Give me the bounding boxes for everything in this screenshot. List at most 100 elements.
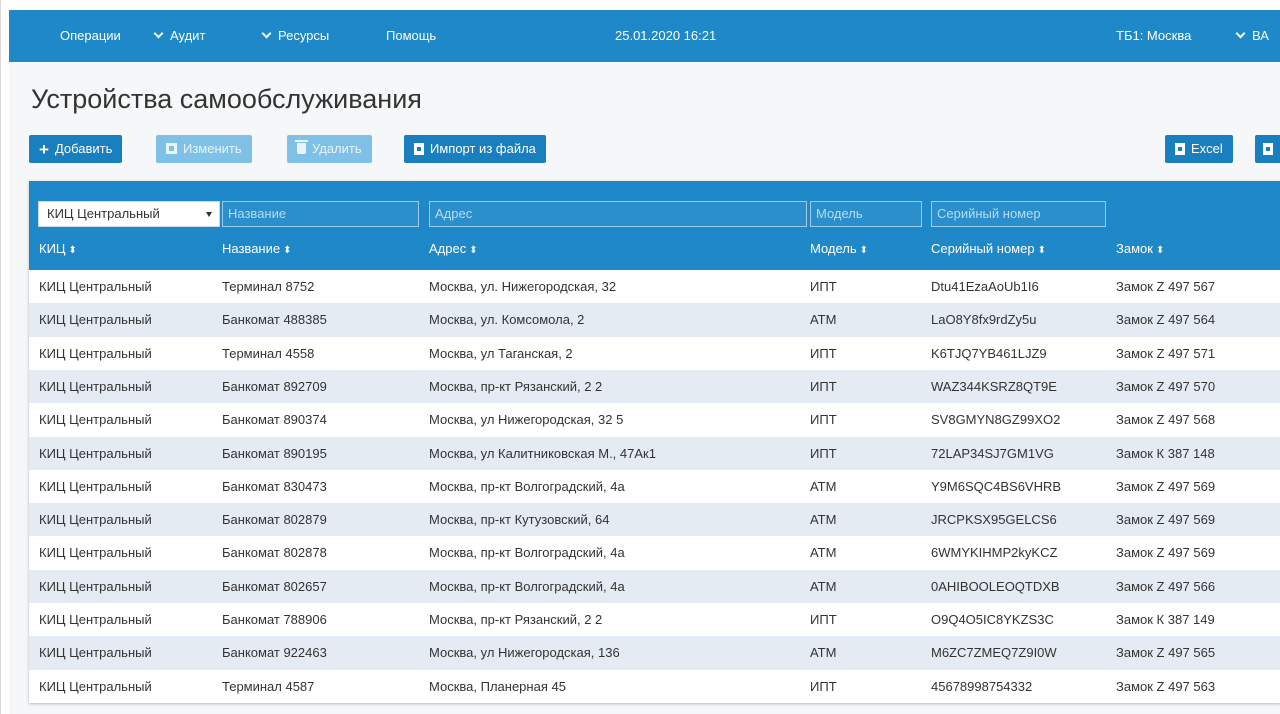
- cell-name: Банкомат 922463: [222, 645, 327, 661]
- import-button[interactable]: Импорт из файла: [404, 135, 546, 163]
- cell-address: Москва, пр-кт Рязанский, 2 2: [429, 378, 603, 394]
- top-navigation: Операции Аудит Ресурсы Помощь 25.01.2020…: [9, 10, 1280, 62]
- table-row[interactable]: КИЦ Центральный Терминал 8752 Москва, ул. …: [29, 270, 1280, 304]
- cell-serial: O9Q4O5IC8YKZS3C: [931, 612, 1054, 627]
- table-row[interactable]: КИЦ Центральный Банкомат 892709 Москва, пр…: [29, 369, 1280, 404]
- sort-icon: ⬍: [1155, 245, 1165, 256]
- column-header-kic[interactable]: КИЦ ⬍: [39, 241, 77, 256]
- cell-lock: Замок Z 497 570: [1116, 378, 1216, 394]
- cell-model: АТМ: [810, 578, 837, 594]
- plus-icon: +: [39, 139, 49, 159]
- user-menu[interactable]: ВА: [1235, 10, 1269, 62]
- cell-address: Москва, пр-кт Волгоградский, 4а: [429, 545, 625, 561]
- cell-name: Банкомат 802657: [222, 578, 327, 594]
- column-header-lock[interactable]: Замок ⬍: [1116, 241, 1164, 256]
- serial-filter-input[interactable]: Серийный номер: [931, 201, 1106, 227]
- cell-lock: Замок Z 497 569: [1116, 512, 1216, 528]
- cell-serial: M6ZC7ZMEQ7Z9I0W: [931, 645, 1057, 661]
- column-header-address[interactable]: Адрес ⬍: [429, 241, 478, 256]
- cell-name: Банкомат 802879: [222, 512, 327, 528]
- table-row[interactable]: КИЦ Центральный Банкомат 802878 Москва, пр…: [29, 536, 1280, 570]
- table-row[interactable]: КИЦ Центральный Банкомат 788906 Москва, пр…: [29, 603, 1280, 637]
- pdf-export-button[interactable]: [1255, 135, 1280, 163]
- cell-model: ИПТ: [810, 412, 837, 428]
- cell-model: АТМ: [810, 545, 837, 561]
- delete-button[interactable]: Удалить: [287, 135, 372, 163]
- cell-kic: КИЦ Центральный: [39, 412, 152, 428]
- cell-address: Москва, пр-кт Волгоградский, 4а: [429, 478, 625, 494]
- cell-kic: КИЦ Центральный: [39, 545, 152, 561]
- nav-resources[interactable]: Ресурсы: [261, 10, 329, 62]
- cell-kic: КИЦ Центральный: [39, 312, 152, 328]
- cell-name: Терминал 8752: [222, 279, 315, 294]
- cell-serial: LaO8Y8fx9rdZy5u: [931, 312, 1037, 328]
- app-window: Операции Аудит Ресурсы Помощь 25.01.2020…: [0, 0, 1280, 714]
- cell-model: АТМ: [810, 312, 837, 328]
- column-header-name[interactable]: Название ⬍: [222, 241, 291, 256]
- column-header-serial[interactable]: Серийный номер ⬍: [931, 241, 1046, 256]
- cell-model: ИПТ: [810, 279, 837, 294]
- table-row[interactable]: КИЦ Центральный Банкомат 890195 Москва, ул…: [29, 436, 1280, 470]
- cell-kic: КИЦ Центральный: [39, 378, 152, 394]
- cell-lock: Замок Z 497 571: [1116, 345, 1216, 361]
- table-row[interactable]: КИЦ Центральный Банкомат 830473 Москва, пр…: [29, 469, 1280, 504]
- page-title: Устройства самообслуживания: [31, 84, 422, 114]
- nav-operations[interactable]: Операции: [60, 10, 121, 62]
- table-row[interactable]: КИЦ Центральный Терминал 4558 Москва, ул Т…: [29, 336, 1280, 370]
- table-row[interactable]: КИЦ Центральный Банкомат 890374 Москва, ул…: [29, 403, 1280, 437]
- file-icon: [414, 142, 424, 155]
- cell-address: Москва, Планерная 45: [429, 678, 566, 694]
- branch-selector[interactable]: ТБ1: Москва: [1116, 10, 1191, 62]
- cell-lock: Замок Z 497 563: [1116, 678, 1216, 694]
- cell-name: Банкомат 890195: [222, 445, 327, 461]
- cell-name: Банкомат 788906: [222, 612, 327, 627]
- cell-model: АТМ: [810, 478, 837, 494]
- table-row[interactable]: КИЦ Центральный Терминал 4587 Москва, План…: [29, 669, 1280, 703]
- cell-model: ИПТ: [810, 378, 837, 394]
- cell-model: ИПТ: [810, 445, 837, 461]
- edit-button[interactable]: Изменить: [156, 135, 252, 163]
- cell-model: АТМ: [810, 645, 837, 661]
- table-row[interactable]: КИЦ Центральный Банкомат 802879 Москва, пр…: [29, 503, 1280, 537]
- address-filter-input[interactable]: Адрес: [429, 201, 807, 227]
- nav-audit[interactable]: Аудит: [153, 10, 205, 62]
- cell-serial: WAZ344KSRZ8QT9E: [931, 378, 1057, 394]
- cell-model: АТМ: [810, 512, 837, 528]
- cell-serial: 72LAP34SJ7GM1VG: [931, 445, 1054, 461]
- model-filter-input[interactable]: Модель: [810, 201, 922, 227]
- cell-kic: КИЦ Центральный: [39, 645, 152, 661]
- name-filter-input[interactable]: Название: [222, 201, 419, 227]
- cell-serial: K6TJQ7YB461LJZ9: [931, 345, 1047, 361]
- cell-model: ИПТ: [810, 612, 837, 627]
- cell-serial: Y9M6SQC4BS6VHRB: [931, 478, 1062, 494]
- kic-filter-select[interactable]: КИЦ Центральный: [38, 201, 220, 227]
- column-header-model[interactable]: Модель ⬍: [810, 241, 868, 256]
- chevron-down-icon: [1235, 28, 1246, 39]
- table-row[interactable]: КИЦ Центральный Банкомат 922463 Москва, ул…: [29, 636, 1280, 670]
- cell-kic: КИЦ Центральный: [39, 678, 152, 694]
- table-row[interactable]: КИЦ Центральный Банкомат 802657 Москва, пр…: [29, 569, 1280, 603]
- sort-icon: ⬍: [283, 245, 292, 256]
- cell-lock: Замок Z 497 565: [1116, 645, 1216, 661]
- cell-kic: КИЦ Центральный: [39, 612, 152, 627]
- cell-name: Банкомат 892709: [222, 378, 327, 394]
- cell-address: Москва, пр-кт Кутузовский, 64: [429, 512, 610, 528]
- cell-serial: SV8GMYN8GZ99XO2: [931, 412, 1061, 428]
- chevron-down-icon: [153, 28, 164, 39]
- table-row[interactable]: КИЦ Центральный Банкомат 488385 Москва, ул…: [29, 303, 1280, 337]
- cell-kic: КИЦ Центральный: [39, 279, 152, 294]
- cell-kic: КИЦ Центральный: [39, 512, 152, 528]
- cell-name: Банкомат 488385: [222, 312, 327, 328]
- cell-name: Терминал 4558: [222, 345, 315, 361]
- cell-kic: КИЦ Центральный: [39, 478, 152, 494]
- cell-address: Москва, ул. Комсомола, 2: [429, 312, 585, 328]
- add-button[interactable]: + Добавить: [29, 135, 123, 163]
- nav-help[interactable]: Помощь: [386, 10, 436, 62]
- cell-model: ИПТ: [810, 345, 837, 361]
- cell-lock: Замок Z 497 569: [1116, 478, 1216, 494]
- cell-address: Москва, ул Таганская, 2: [429, 345, 573, 361]
- edit-icon: [166, 143, 177, 155]
- current-datetime: 25.01.2020 16:21: [615, 28, 717, 43]
- excel-export-button[interactable]: Excel: [1165, 135, 1233, 163]
- cell-name: Терминал 4587: [222, 678, 315, 694]
